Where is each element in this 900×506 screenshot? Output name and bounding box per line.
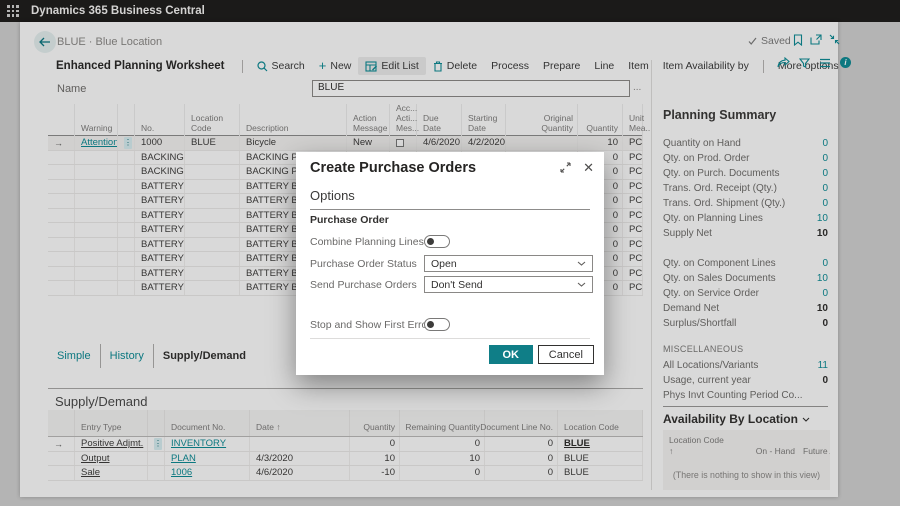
purchase-order-status-field: Purchase Order Status Open (310, 255, 593, 272)
toggle-knob (427, 321, 434, 328)
create-purchase-orders-dialog: Create Purchase Orders ✕ Options Purchas… (296, 152, 604, 375)
select-value: Don't Send (431, 279, 483, 291)
combine-planning-lines-toggle[interactable] (424, 235, 450, 248)
options-section-heading[interactable]: Options (310, 188, 590, 210)
chevron-down-icon (577, 282, 586, 287)
chevron-down-icon (577, 261, 586, 266)
select-value: Open (431, 258, 457, 270)
cancel-button[interactable]: Cancel (538, 345, 594, 364)
field-label: Send Purchase Orders (310, 279, 417, 291)
send-purchase-orders-field: Send Purchase Orders Don't Send (310, 276, 593, 293)
stop-show-first-error-toggle[interactable] (424, 318, 450, 331)
resize-dialog-icon[interactable] (560, 162, 571, 173)
send-purchase-orders-select[interactable]: Don't Send (424, 276, 593, 293)
combine-planning-lines-field: Combine Planning Lines (310, 234, 593, 249)
close-icon[interactable]: ✕ (583, 161, 594, 174)
field-label: Purchase Order Status (310, 258, 417, 270)
stop-show-first-error-field: Stop and Show First Error (310, 317, 593, 332)
purchase-order-status-select[interactable]: Open (424, 255, 593, 272)
purchase-order-group-label: Purchase Order (310, 214, 389, 226)
field-label: Combine Planning Lines (310, 236, 424, 248)
field-label: Stop and Show First Error (310, 319, 431, 331)
ok-button[interactable]: OK (489, 345, 533, 364)
dialog-title: Create Purchase Orders (310, 160, 476, 176)
toggle-knob (427, 238, 434, 245)
divider (310, 338, 590, 339)
